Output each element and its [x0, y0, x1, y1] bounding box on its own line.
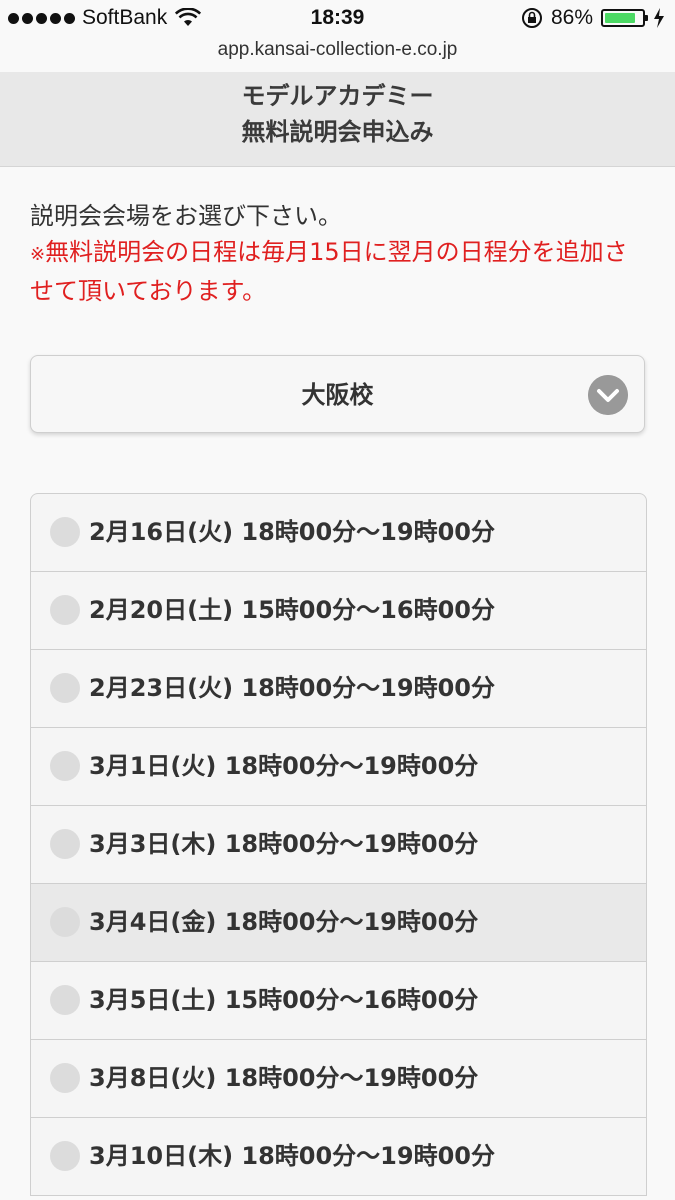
- radio-button[interactable]: [50, 517, 80, 547]
- orientation-lock-icon: [521, 8, 542, 28]
- schedule-note-text: 無料説明会の日程は毎月15日に翌月の日程分を追加させて頂いております。: [30, 238, 628, 305]
- session-label[interactable]: 3月4日(金) 18時00分〜19時00分: [89, 884, 478, 961]
- session-option[interactable]: 2月20日(土) 15時00分〜16時00分: [31, 572, 646, 650]
- address-bar[interactable]: app.kansai-collection-e.co.jp: [0, 38, 675, 73]
- chevron-down-icon[interactable]: [588, 375, 628, 415]
- session-option[interactable]: 3月3日(木) 18時00分〜19時00分: [31, 806, 646, 884]
- radio-button[interactable]: [50, 829, 80, 859]
- battery-level: [605, 13, 636, 23]
- battery-icon: [601, 9, 648, 27]
- intro-text: 説明会会場をお選び下さい。 ※無料説明会の日程は毎月15日に翌月の日程分を追加さ…: [30, 198, 645, 309]
- session-option[interactable]: 3月8日(火) 18時00分〜19時00分: [31, 1040, 646, 1118]
- session-label[interactable]: 3月10日(木) 18時00分〜19時00分: [89, 1118, 495, 1195]
- url-text[interactable]: app.kansai-collection-e.co.jp: [218, 39, 458, 60]
- venue-select[interactable]: 大阪校: [30, 355, 645, 433]
- note-mark: ※: [30, 244, 46, 265]
- session-option[interactable]: 3月10日(木) 18時00分〜19時00分: [31, 1118, 646, 1196]
- session-label[interactable]: 2月23日(火) 18時00分〜19時00分: [89, 650, 495, 727]
- charging-bolt-icon: [654, 8, 664, 28]
- radio-button[interactable]: [50, 985, 80, 1015]
- radio-button[interactable]: [50, 907, 80, 937]
- radio-button[interactable]: [50, 1063, 80, 1093]
- status-bar-right: 86%: [521, 6, 665, 30]
- venue-select-value[interactable]: 大阪校: [302, 381, 374, 409]
- battery-percentage: 86%: [550, 6, 593, 29]
- session-label[interactable]: 3月1日(火) 18時00分〜19時00分: [89, 728, 478, 805]
- session-label[interactable]: 3月8日(火) 18時00分〜19時00分: [89, 1040, 478, 1117]
- page-title-line2: 無料説明会申込み: [241, 118, 434, 146]
- session-label[interactable]: 3月3日(木) 18時00分〜19時00分: [89, 806, 478, 883]
- session-option[interactable]: 3月4日(金) 18時00分〜19時00分: [31, 884, 646, 962]
- session-label[interactable]: 3月5日(土) 15時00分〜16時00分: [89, 962, 478, 1039]
- session-option[interactable]: 3月5日(土) 15時00分〜16時00分: [31, 962, 646, 1040]
- page-title-line1: モデルアカデミー: [241, 82, 434, 110]
- radio-button[interactable]: [50, 673, 80, 703]
- session-option[interactable]: 3月1日(火) 18時00分〜19時00分: [31, 728, 646, 806]
- page-header: モデルアカデミー 無料説明会申込み: [0, 72, 675, 167]
- radio-button[interactable]: [50, 1141, 80, 1171]
- session-label[interactable]: 2月16日(火) 18時00分〜19時00分: [89, 494, 495, 571]
- schedule-note: ※無料説明会の日程は毎月15日に翌月の日程分を追加させて頂いております。: [30, 234, 645, 309]
- venue-instruction: 説明会会場をお選び下さい。: [30, 202, 342, 230]
- radio-button[interactable]: [50, 751, 80, 781]
- session-option[interactable]: 2月16日(火) 18時00分〜19時00分: [31, 494, 646, 572]
- status-bar: SoftBank 18:39 86%: [0, 0, 675, 38]
- radio-button[interactable]: [50, 595, 80, 625]
- session-label[interactable]: 2月20日(土) 15時00分〜16時00分: [89, 572, 495, 649]
- session-option[interactable]: 2月23日(火) 18時00分〜19時00分: [31, 650, 646, 728]
- session-list: 2月16日(火) 18時00分〜19時00分 2月20日(土) 15時00分〜1…: [30, 493, 647, 1196]
